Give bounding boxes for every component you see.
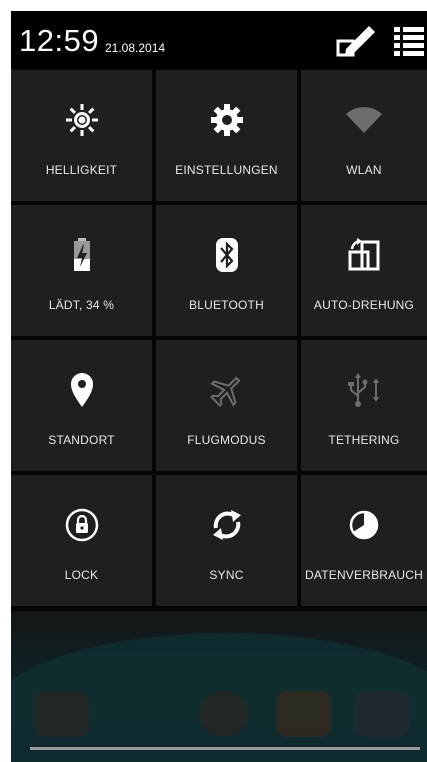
app-icon	[355, 691, 409, 737]
brightness-icon	[11, 100, 152, 140]
list-view-button[interactable]	[394, 23, 424, 59]
tile-label: LOCK	[64, 568, 99, 582]
tile-label: FLUGMODUS	[187, 433, 266, 447]
quick-settings-panel: HELLIGKEIT EINSTELLUNGEN WLAN LÄDT, 34 %…	[11, 68, 427, 611]
airplane-icon	[156, 370, 297, 410]
tile-standort[interactable]: STANDORT	[11, 340, 152, 471]
tile-datenverbrauch[interactable]: DATENVERBRAUCH	[301, 475, 427, 606]
tile-tethering[interactable]: TETHERING	[301, 340, 427, 471]
app-icon	[277, 691, 331, 737]
battery-charging-icon	[11, 235, 152, 275]
auto-rotate-icon	[301, 235, 427, 275]
status-bar: 12:59 21.08.2014	[11, 11, 427, 68]
tile-helligkeit[interactable]: HELLIGKEIT	[11, 70, 152, 201]
location-icon	[11, 370, 152, 410]
wifi-icon	[301, 100, 427, 140]
home-wallpaper	[11, 611, 427, 762]
tile-label: STANDORT	[48, 433, 115, 447]
app-icon	[199, 691, 249, 737]
clock: 12:59	[19, 23, 100, 58]
tile-lock[interactable]: LOCK	[11, 475, 152, 606]
tile-label: TETHERING	[328, 433, 400, 447]
tile-laedt[interactable]: LÄDT, 34 %	[11, 205, 152, 336]
tile-label: LÄDT, 34 %	[48, 298, 115, 312]
tile-label: HELLIGKEIT	[45, 163, 118, 177]
bluetooth-icon	[156, 235, 297, 275]
tile-label: EINSTELLUNGEN	[175, 163, 278, 177]
date: 21.08.2014	[105, 41, 166, 55]
list-view-icon	[394, 27, 424, 56]
tile-bluetooth[interactable]: BLUETOOTH	[156, 205, 297, 336]
tile-wlan[interactable]: WLAN	[301, 70, 427, 201]
tile-label: DATENVERBRAUCH	[305, 568, 423, 582]
tile-label: WLAN	[346, 163, 382, 177]
tile-label: BLUETOOTH	[189, 298, 264, 312]
tile-label: SYNC	[209, 568, 244, 582]
screen: 12:59 21.08.2014 HELLIGKEIT EINSTELLUNGE…	[11, 11, 427, 762]
tile-label: AUTO-DREHUNG	[313, 298, 415, 312]
usb-tethering-icon	[301, 370, 427, 410]
tile-flugmodus[interactable]: FLUGMODUS	[156, 340, 297, 471]
panel-drag-handle[interactable]	[30, 747, 420, 750]
tile-einstellungen[interactable]: EINSTELLUNGEN	[156, 70, 297, 201]
tile-auto-drehung[interactable]: AUTO-DREHUNG	[301, 205, 427, 336]
tile-sync[interactable]: SYNC	[156, 475, 297, 606]
edit-quick-settings-button[interactable]	[336, 23, 376, 59]
app-icon	[35, 691, 89, 737]
data-usage-icon	[301, 505, 427, 545]
lock-icon	[11, 505, 152, 545]
sync-icon	[156, 505, 297, 545]
pencil-edit-icon	[336, 26, 375, 57]
gear-icon	[156, 100, 297, 140]
